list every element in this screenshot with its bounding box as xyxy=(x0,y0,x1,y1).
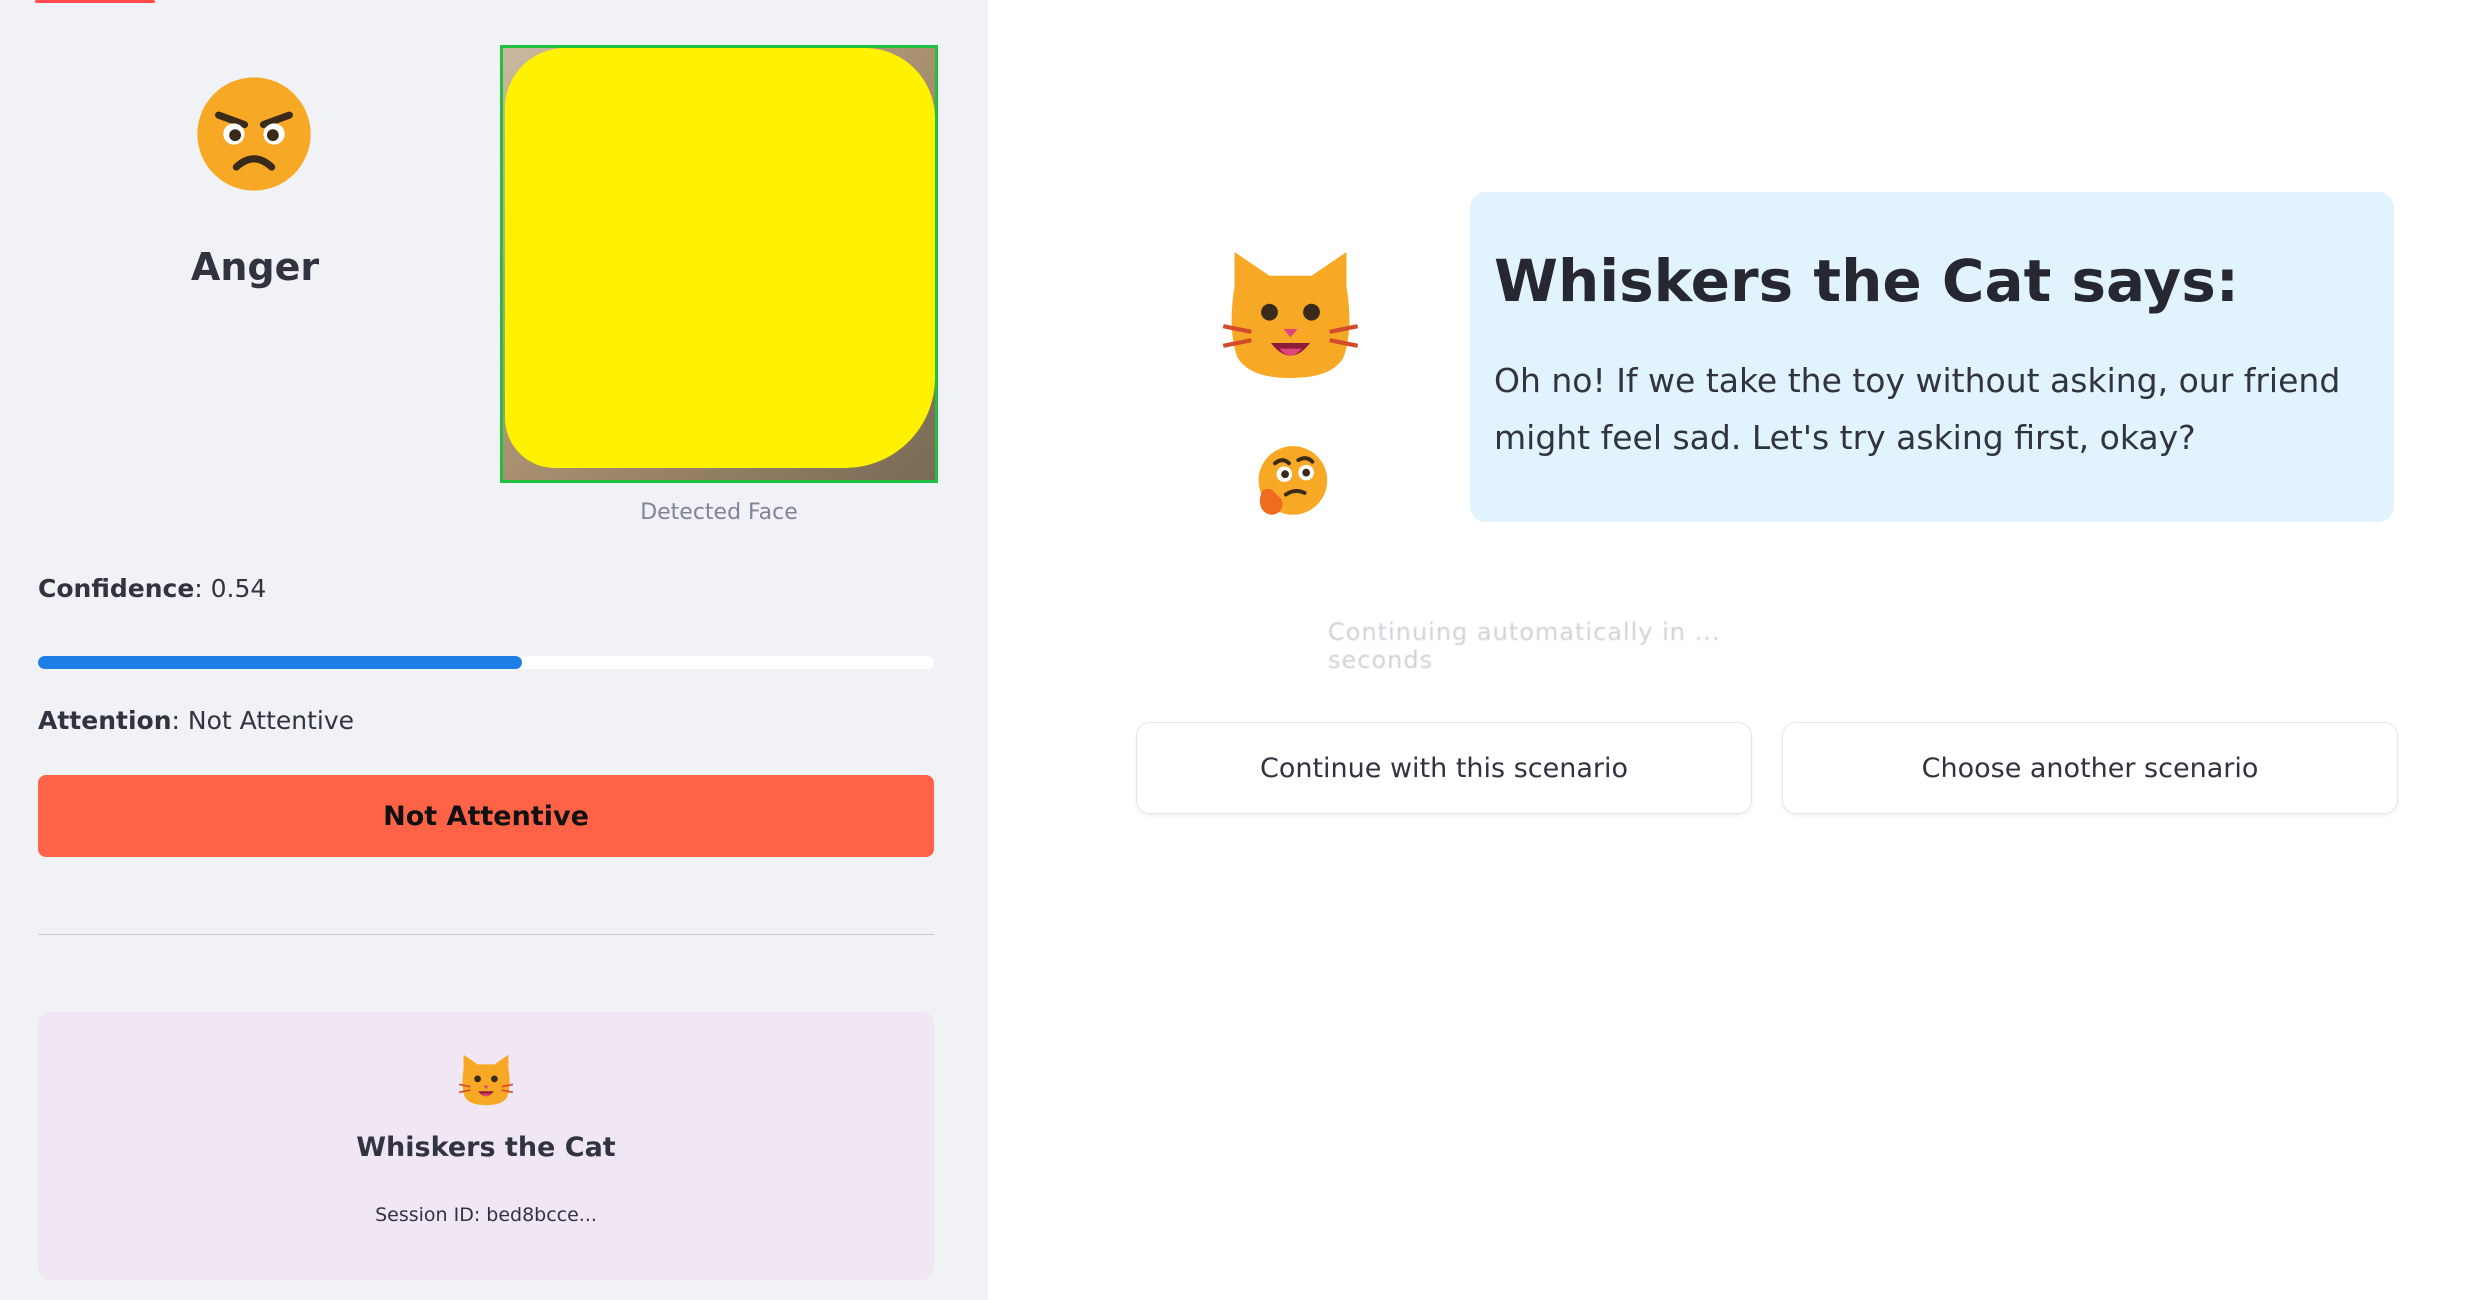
character-card: Whiskers the Cat Session ID: bed8bcce... xyxy=(38,1012,934,1280)
confidence-label: Confidence xyxy=(38,574,195,603)
sidebar: Anger Detected Face Confidence: 0.54 Att… xyxy=(0,0,988,1300)
confidence-readout: Confidence: 0.54 xyxy=(38,574,266,603)
session-id: Session ID: bed8bcce... xyxy=(375,1204,597,1226)
detected-face-image xyxy=(500,45,938,483)
attention-status-banner: Not Attentive xyxy=(38,775,934,857)
face-redaction xyxy=(505,48,935,468)
attention-readout: Attention: Not Attentive xyxy=(38,706,354,735)
main-content: Whiskers the Cat says: Oh no! If we take… xyxy=(988,0,2486,1300)
speech-text: Oh no! If we take the toy without asking… xyxy=(1494,361,2341,457)
auto-continue-status: Continuing automatically in ... seconds xyxy=(1328,618,1721,674)
angry-face-icon xyxy=(197,77,311,191)
continue-scenario-button[interactable]: Continue with this scenario xyxy=(1136,722,1752,814)
speech-title: Whiskers the Cat says: xyxy=(1494,247,2239,315)
cat-face-icon xyxy=(1222,252,1359,378)
top-accent-bar xyxy=(35,0,155,3)
cat-face-icon xyxy=(458,1054,514,1106)
attention-value: : Not Attentive xyxy=(171,706,355,735)
divider xyxy=(38,934,934,935)
attention-label: Attention xyxy=(38,706,172,735)
thinking-face-icon xyxy=(1258,446,1328,515)
speech-bubble: Whiskers the Cat says: Oh no! If we take… xyxy=(1470,192,2394,522)
confidence-progress-bar xyxy=(38,656,934,669)
face-caption: Detected Face xyxy=(640,500,798,525)
emotion-label: Anger xyxy=(190,245,320,289)
confidence-value: : 0.54 xyxy=(194,574,267,603)
character-name: Whiskers the Cat xyxy=(356,1132,616,1163)
choose-another-scenario-button[interactable]: Choose another scenario xyxy=(1782,722,2398,814)
confidence-progress-fill xyxy=(38,656,522,669)
